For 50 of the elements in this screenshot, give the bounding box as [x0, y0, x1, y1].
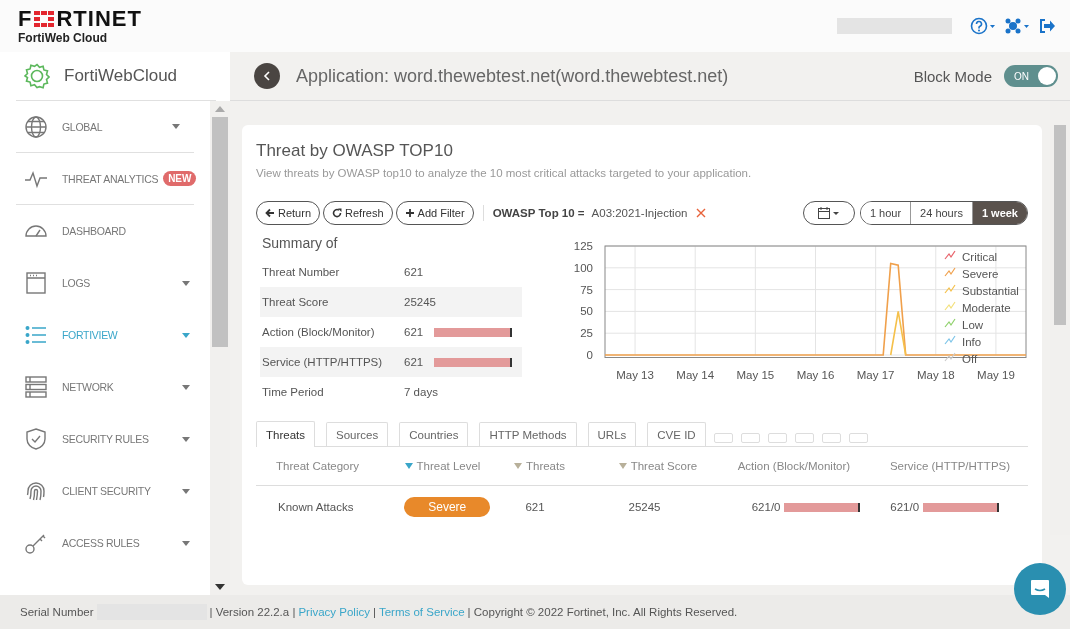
summary-label: Threat Number [262, 266, 341, 278]
axis-label: May 13 [616, 369, 654, 381]
axis-label: May 16 [796, 369, 835, 381]
sidebar-title: FortiWebCloud [64, 66, 178, 86]
summary-label: Service (HTTP/HTTPS) [262, 356, 384, 368]
summary-value: 25245 [404, 296, 436, 308]
axis-label: 0 [586, 349, 593, 361]
threat-level-badge: Severe [404, 497, 491, 517]
application-title: Application: word.thewebtest.net(word.thewebtest.net) [296, 65, 729, 87]
summary-label: Time Period [262, 386, 325, 398]
summary-value: 621 [404, 356, 425, 368]
axis-label: 100 [573, 261, 593, 274]
copyright-text: | Copyright © 2022 Fortinet, Inc. All Rights Reserved. [467, 606, 738, 618]
summary-label: Threat Score [262, 296, 330, 308]
axis-label: May 14 [676, 369, 715, 381]
summary-value: 7 days [404, 386, 438, 398]
version-text: | Version 22.2.a | [209, 606, 296, 618]
summary-label: Action (Block/Monitor) [262, 326, 376, 338]
table-cell: 621/0 [751, 501, 781, 513]
filter-value: A03:2021-Injection [591, 207, 688, 219]
legend-label: Info [962, 336, 982, 348]
axis-label: May 15 [736, 369, 775, 381]
new-badge: NEW [163, 171, 197, 186]
summary-value: 621 [404, 266, 425, 278]
table-cell: 621/0 [890, 501, 920, 513]
separator-text: | [372, 606, 376, 618]
axis-label: 75 [580, 283, 593, 296]
product-name: FortiWeb Cloud [18, 30, 109, 45]
table-cell-text: Known Attacks [277, 501, 355, 513]
filter-label: OWASP Top 10 = [492, 207, 585, 219]
table-cell-text: 25245 [627, 501, 662, 513]
summary-title: Summary of [262, 235, 339, 251]
legend-label: Low [962, 319, 984, 331]
legend-label: Critical [962, 251, 998, 263]
panel-description: View threats by OWASP top10 to analyze the 10 most critical attacks targeted to your application. [256, 167, 753, 179]
fortinet-logo: F RTINET [18, 7, 142, 30]
table-cell-text: 621 [524, 501, 546, 513]
serial-label: Serial Number [20, 606, 94, 618]
axis-label: May 18 [916, 369, 955, 381]
axis-label: 50 [580, 305, 593, 318]
legend-label: Substantial [962, 285, 1019, 297]
axis-label: 25 [580, 327, 593, 340]
axis-label: 125 [573, 240, 593, 252]
axis-label: May 17 [856, 369, 895, 381]
legend-label: Moderate [962, 302, 1011, 314]
block-mode-label: Block Mode [913, 67, 992, 85]
legend-label: Severe [962, 268, 999, 280]
panel-title: Threat by OWASP TOP10 [256, 141, 454, 161]
axis-label: May 19 [977, 369, 1015, 381]
summary-value: 621 [404, 326, 425, 338]
